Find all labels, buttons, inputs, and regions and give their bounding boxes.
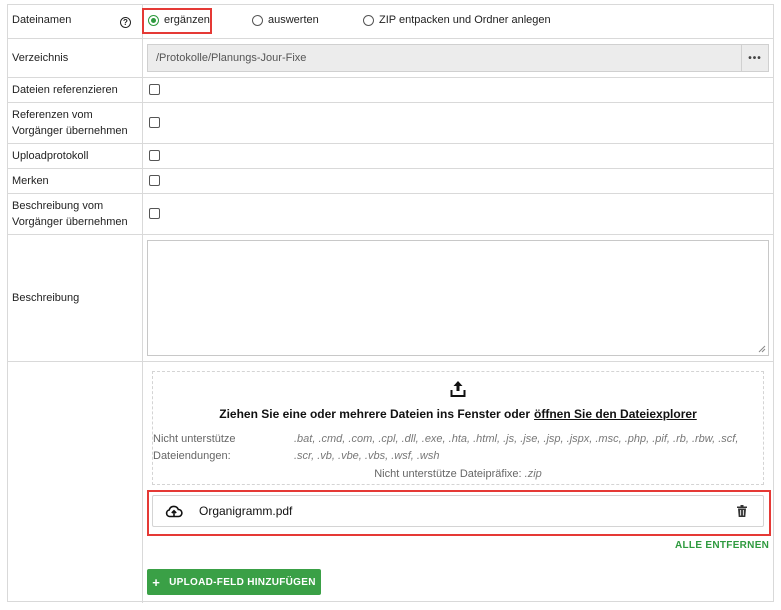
description-textarea[interactable] — [147, 240, 769, 356]
cloud-upload-icon — [165, 505, 183, 518]
remove-all-button[interactable]: ALLE ENTFERNEN — [675, 540, 769, 551]
dateinamen-options: ergänzen auswerten ZIP entpacken und Ord… — [142, 5, 773, 38]
beschreibung-vorgaenger-value-cell — [143, 194, 773, 234]
radio-label: ergänzen — [164, 14, 210, 26]
radio-selected-icon — [148, 14, 159, 26]
referenzen-vorgaenger-label: Referenzen vom Vorgänger übernehmen — [12, 109, 128, 137]
beschreibung-vorgaenger-label-cell: Beschreibung vom Vorgänger übernehmen — [8, 194, 143, 234]
upload-form: Dateinamen ? ergänzen auswerten ZIP entp… — [7, 4, 774, 603]
beschreibung-value-cell — [143, 235, 773, 361]
prefix-value: .zip — [524, 468, 542, 480]
merken-checkbox[interactable] — [149, 175, 160, 186]
verzeichnis-label-cell: Verzeichnis — [8, 39, 143, 77]
help-icon[interactable]: ? — [120, 17, 131, 28]
beschreibung-vorgaenger-label: Beschreibung vom Vorgänger übernehmen — [12, 200, 128, 228]
verzeichnis-label: Verzeichnis — [12, 52, 69, 64]
dateien-referenzieren-value-cell — [143, 78, 773, 102]
radio-auswerten[interactable]: auswerten — [252, 5, 319, 35]
uploadprotokoll-label-cell: Uploadprotokoll — [8, 144, 143, 168]
beschreibung-label-cell: Beschreibung — [8, 235, 143, 361]
row-uploadprotokoll: Uploadprotokoll — [8, 144, 773, 169]
radio-icon — [363, 14, 374, 26]
radio-icon — [252, 14, 263, 26]
row-dateinamen: Dateinamen ? ergänzen auswerten ZIP entp… — [8, 5, 773, 39]
row-upload: Ziehen Sie eine oder mehrere Dateien ins… — [8, 362, 773, 603]
referenzen-vorgaenger-checkbox[interactable] — [149, 117, 160, 128]
dateien-referenzieren-label-cell: Dateien referenzieren — [8, 78, 143, 102]
radio-label: ZIP entpacken und Ordner anlegen — [379, 14, 551, 26]
dropzone-text: Ziehen Sie eine oder mehrere Dateien ins… — [219, 407, 531, 421]
merken-label-cell: Merken — [8, 169, 143, 193]
trash-icon[interactable] — [737, 505, 747, 517]
row-beschreibung-vorgaenger: Beschreibung vom Vorgänger übernehmen — [8, 194, 773, 235]
uploadprotokoll-checkbox[interactable] — [149, 150, 160, 161]
radio-label: auswerten — [268, 14, 319, 26]
merken-label: Merken — [12, 175, 49, 187]
row-verzeichnis: Verzeichnis /Protokolle/Planungs-Jour-Fi… — [8, 39, 773, 78]
row-merken: Merken — [8, 169, 773, 194]
beschreibung-label: Beschreibung — [12, 292, 80, 304]
radio-erganzen[interactable]: ergänzen — [148, 5, 210, 35]
radio-zip[interactable]: ZIP entpacken und Ordner anlegen — [363, 5, 551, 35]
add-upload-field-button[interactable]: + UPLOAD-FELD HINZUFÜGEN — [147, 569, 321, 595]
merken-value-cell — [143, 169, 773, 193]
upload-icon — [450, 381, 466, 397]
referenzen-vorgaenger-value-cell — [143, 103, 773, 143]
uploadprotokoll-label: Uploadprotokoll — [12, 150, 89, 162]
dateien-referenzieren-label: Dateien referenzieren — [12, 84, 118, 96]
dateien-referenzieren-checkbox[interactable] — [149, 84, 160, 95]
uploadprotokoll-value-cell — [143, 144, 773, 168]
add-upload-field-label: UPLOAD-FELD HINZUFÜGEN — [169, 576, 316, 588]
row-dateien-referenzieren: Dateien referenzieren — [8, 78, 773, 103]
row-beschreibung: Beschreibung — [8, 235, 773, 362]
unsupported-extensions: .bat, .cmd, .com, .cpl, .dll, .exe, .hta… — [294, 433, 739, 462]
file-item: Organigramm.pdf — [152, 495, 764, 527]
referenzen-vorgaenger-label-cell: Referenzen vom Vorgänger übernehmen — [8, 103, 143, 143]
dateinamen-label: Dateinamen — [12, 14, 72, 26]
directory-value: /Protokolle/Planungs-Jour-Fixe — [156, 52, 307, 64]
plus-icon: + — [152, 574, 161, 590]
upload-label-cell — [8, 362, 143, 603]
directory-field[interactable]: /Protokolle/Planungs-Jour-Fixe ••• — [147, 44, 769, 72]
dropzone[interactable]: Ziehen Sie eine oder mehrere Dateien ins… — [152, 371, 764, 485]
resize-grip-icon[interactable] — [758, 345, 766, 353]
dateinamen-label-cell: Dateinamen ? — [8, 5, 143, 38]
prefix-label: Nicht unterstütze Dateipräfixe: — [374, 468, 522, 480]
file-name: Organigramm.pdf — [199, 504, 293, 518]
file-explorer-link[interactable]: öffnen Sie den Dateiexplorer — [534, 407, 697, 421]
row-referenzen-vorgaenger: Referenzen vom Vorgänger übernehmen — [8, 103, 773, 144]
verzeichnis-value-cell: /Protokolle/Planungs-Jour-Fixe ••• — [143, 39, 773, 77]
unsupported-prefixes: Nicht unterstütze Dateipräfixe: .zip — [153, 468, 763, 480]
beschreibung-vorgaenger-checkbox[interactable] — [149, 208, 160, 219]
more-icon[interactable]: ••• — [741, 45, 768, 71]
upload-cell: Ziehen Sie eine oder mehrere Dateien ins… — [143, 362, 773, 603]
dropzone-title: Ziehen Sie eine oder mehrere Dateien ins… — [153, 407, 763, 421]
unsupported-extensions-label: Nicht unterstütze Dateiendungen: — [153, 433, 236, 462]
